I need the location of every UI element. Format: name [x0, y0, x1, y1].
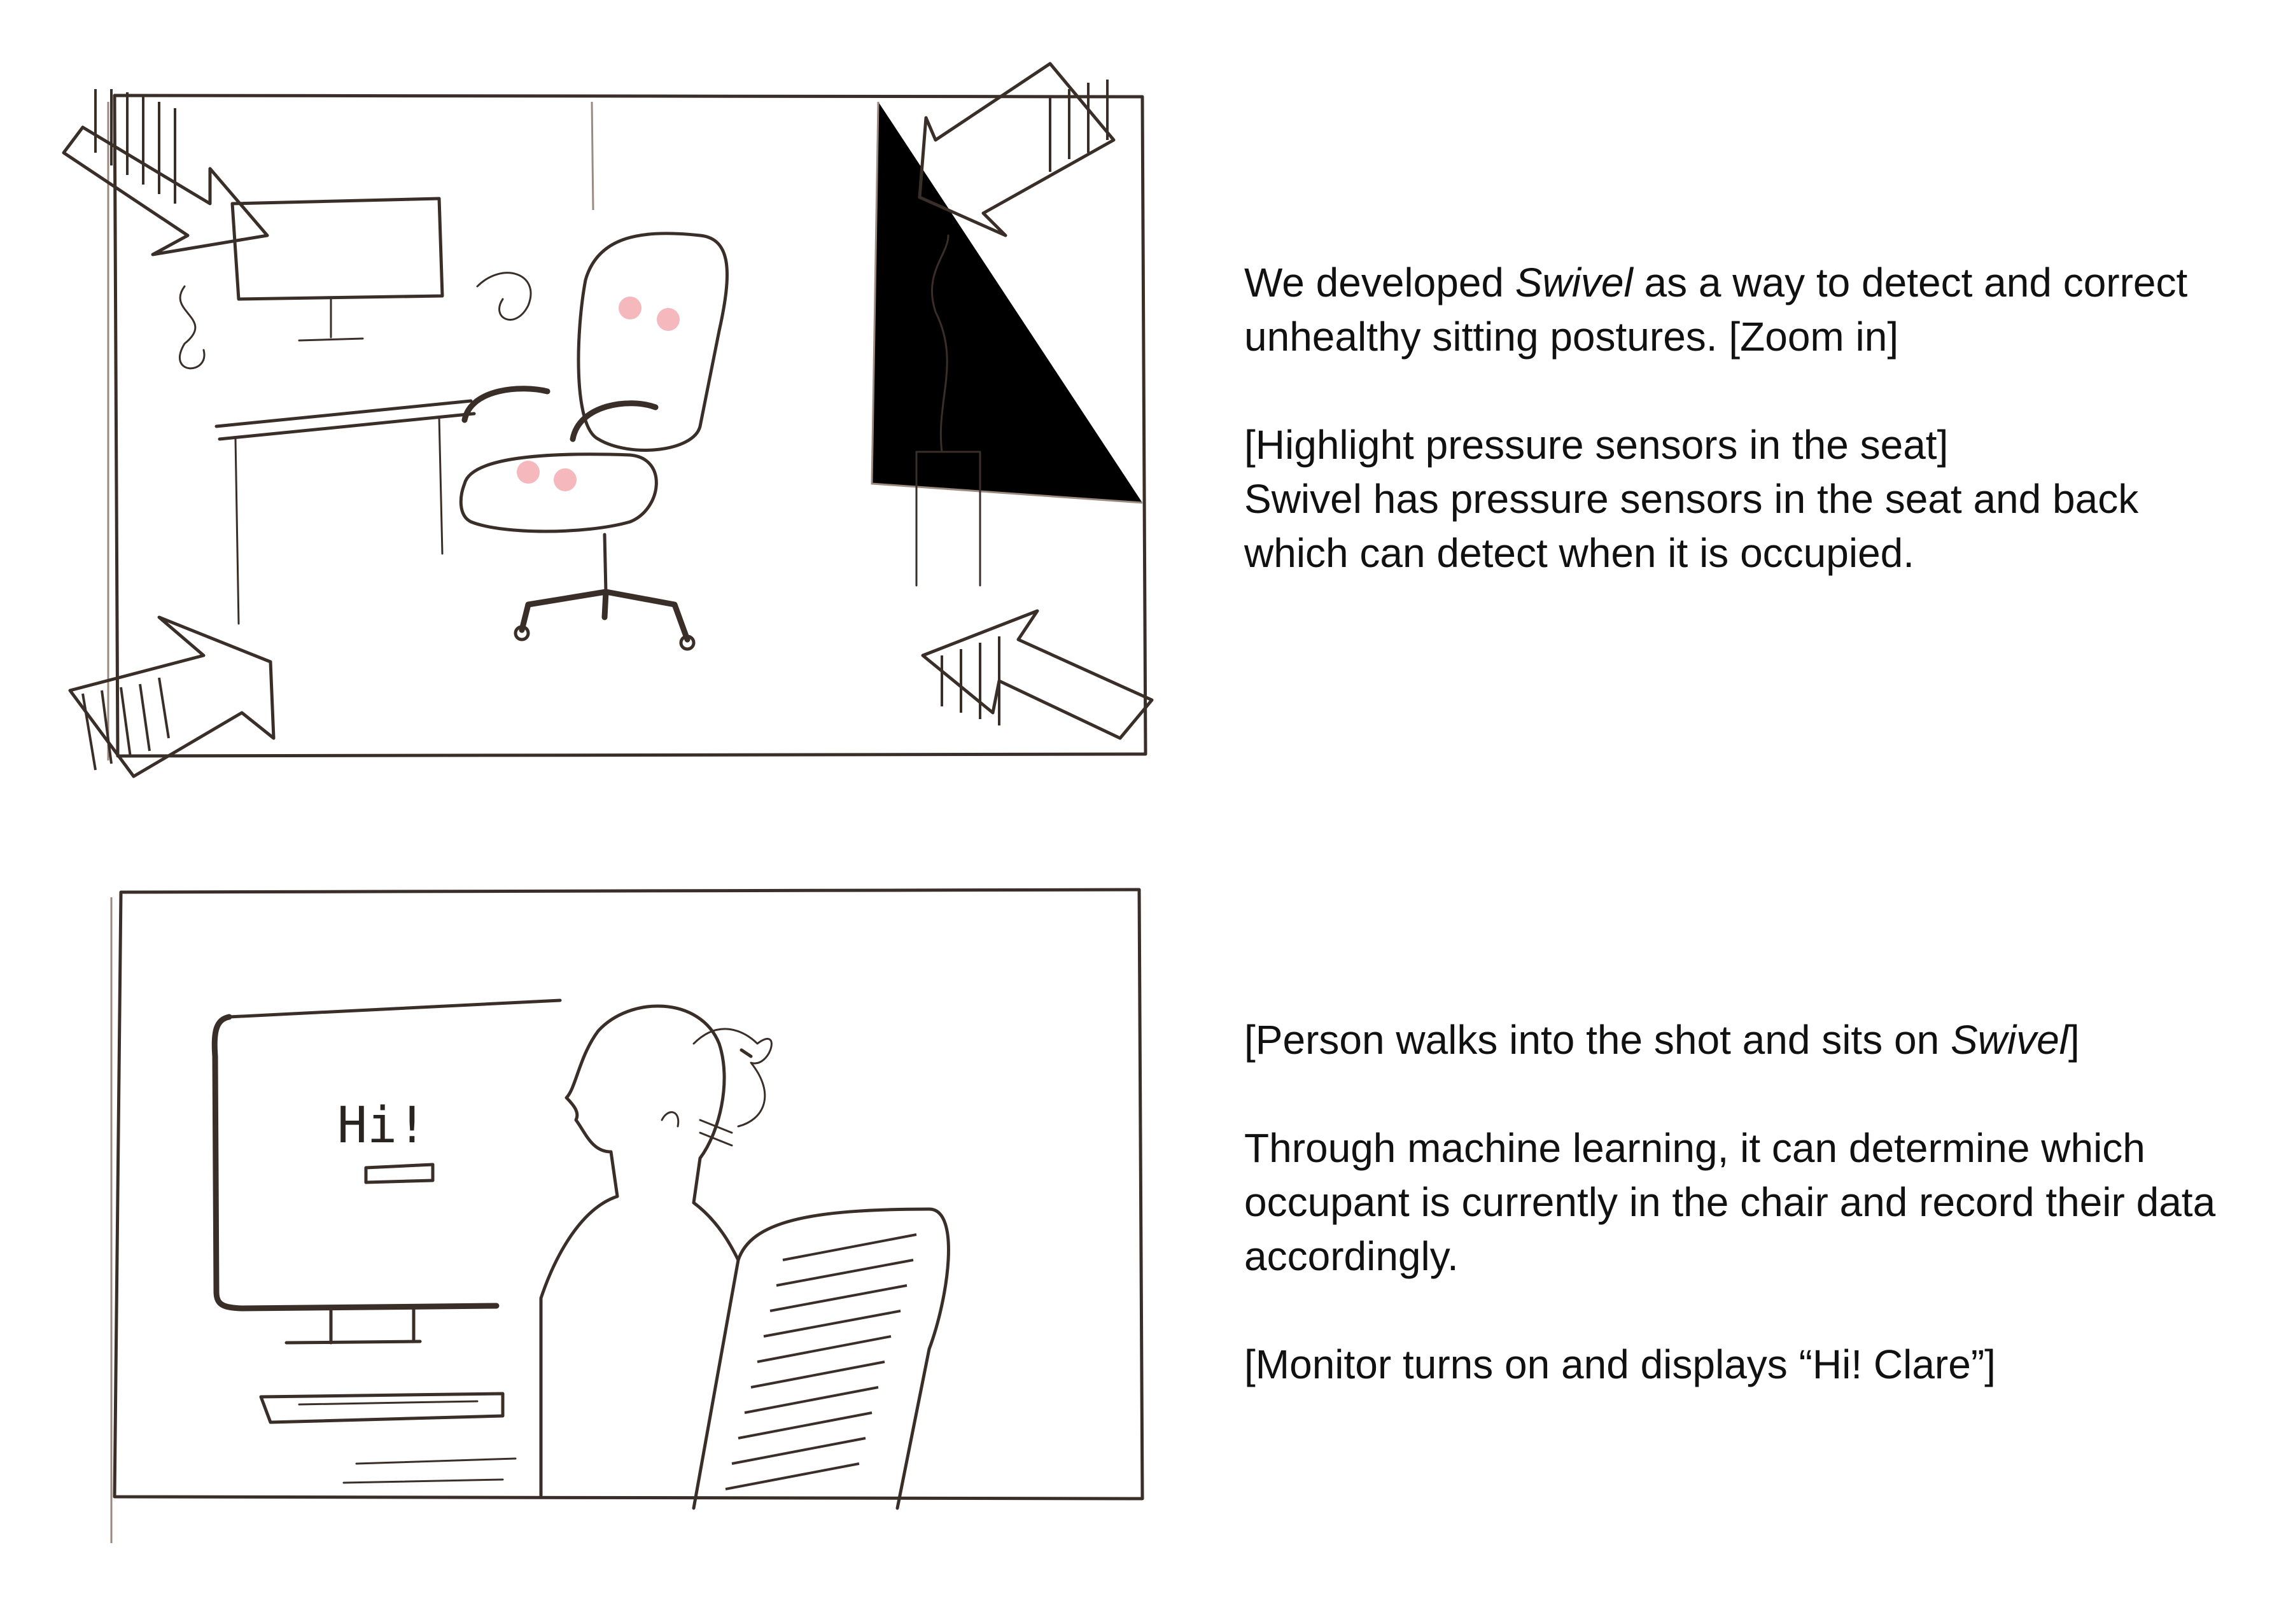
stage-direction: [Monitor turns on and displays “Hi! Clar…: [1244, 1341, 1996, 1387]
monitor-sketch: [211, 1014, 500, 1312]
desk-sketch: [214, 399, 476, 441]
keyboard-sketch: [259, 1392, 505, 1424]
narration-text: Swivel has pressure sensors in the seat …: [1244, 476, 2139, 576]
zoom-arrow-top-right-icon: [918, 62, 1116, 237]
stage-direction: [Highlight pressure sensors in the seat]: [1244, 422, 1949, 468]
monitor-sketch: [230, 197, 444, 301]
product-name: Swivel: [1950, 1017, 2068, 1063]
panel-1-narration: We developed Swivel as a way to detect a…: [1244, 256, 2237, 580]
stage-direction: [Person walks into the shot and sits on: [1244, 1017, 1951, 1063]
narration-paragraph: We developed Swivel as a way to detect a…: [1244, 256, 2237, 364]
product-name: Swivel: [1515, 260, 1633, 305]
narration-text: We developed: [1244, 260, 1515, 305]
seat-sensor-left: [517, 461, 540, 484]
monitor-greeting: Hi!: [337, 1097, 427, 1154]
back-sensor-right: [657, 308, 680, 331]
stage-direction: ]: [2068, 1017, 2080, 1063]
zoom-arrow-bottom-right-icon: [921, 609, 1154, 740]
zoom-arrow-bottom-left-icon: [68, 615, 276, 778]
storyboard-frame-1: [62, 62, 1154, 778]
narration-text: Through machine learning, it can determi…: [1244, 1125, 2216, 1279]
person-head-sketch: [596, 1004, 726, 1205]
panel-2-narration: [Person walks into the shot and sits on …: [1244, 1013, 2237, 1392]
zoom-arrow-top-left-icon: [62, 89, 269, 256]
narration-paragraph: [Monitor turns on and displays “Hi! Clar…: [1244, 1338, 2237, 1392]
narration-paragraph: Through machine learning, it can determi…: [1244, 1121, 2237, 1284]
back-sensor-left: [619, 297, 642, 319]
frame-border: [113, 888, 1144, 1501]
chair-seat-sketch: [459, 452, 658, 533]
narration-paragraph: [Person walks into the shot and sits on …: [1244, 1013, 2237, 1067]
seat-sensor-right: [554, 468, 577, 491]
storyboard-frame-2: Hi!: [110, 888, 1144, 1543]
storyboard-page: We developed Swivel as a way to detect a…: [0, 0, 2272, 1624]
narration-paragraph: [Highlight pressure sensors in the seat]…: [1244, 418, 2237, 580]
chair-back-sketch: [577, 232, 729, 452]
